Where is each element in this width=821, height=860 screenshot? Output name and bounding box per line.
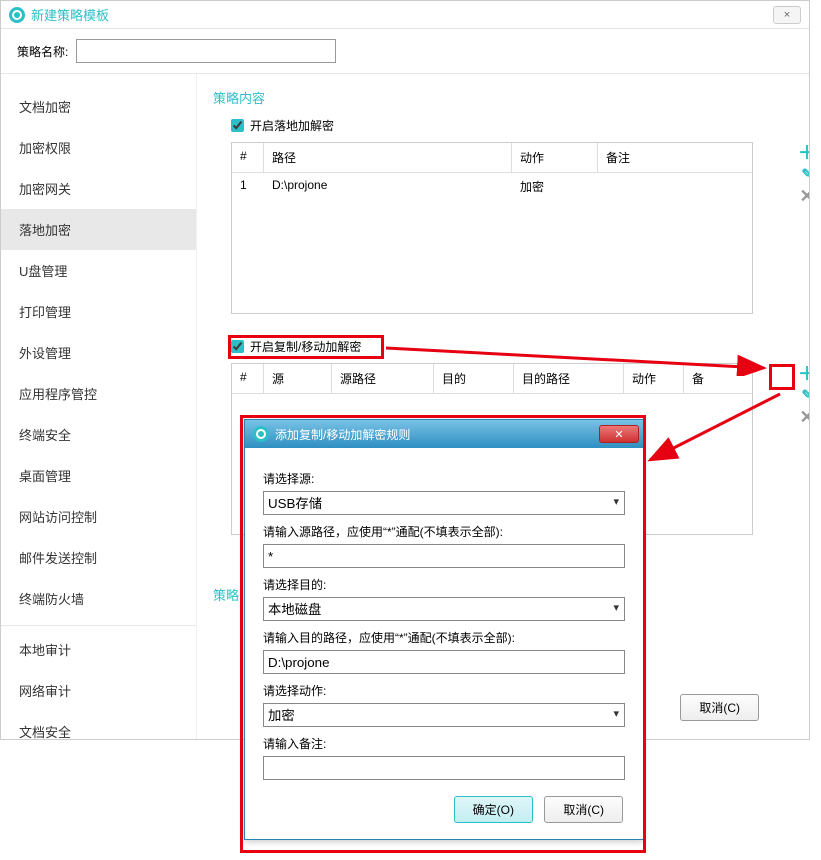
sidebar-item-10[interactable]: 网站访问控制 xyxy=(1,496,196,537)
enable-copymove-label: 开启复制/移动加解密 xyxy=(250,338,361,355)
sidebar-item-4[interactable]: U盘管理 xyxy=(1,250,196,291)
dialog-close-button[interactable]: ✕ xyxy=(599,425,639,443)
sidebar-item-9[interactable]: 桌面管理 xyxy=(1,455,196,496)
policy-name-label: 策略名称: xyxy=(17,43,68,60)
dest-select[interactable]: 本地磁盘 xyxy=(263,597,625,621)
sidebar-item-11[interactable]: 邮件发送控制 xyxy=(1,537,196,578)
table-row[interactable]: 1 D:\projone 加密 xyxy=(232,173,752,200)
sidebar-item-12[interactable]: 终端防火墙 xyxy=(1,578,196,619)
lbl-action: 请选择动作: xyxy=(263,682,625,699)
enable-landing-checkbox[interactable] xyxy=(231,119,244,132)
sidebar-item-3[interactable]: 落地加密 xyxy=(1,209,196,250)
window-buttons: 取消(C) xyxy=(672,694,759,721)
source-select[interactable]: USB存储 xyxy=(263,491,625,515)
enable-landing-row: 开启落地加解密 xyxy=(231,117,793,134)
close-button[interactable]: × xyxy=(773,6,801,24)
enable-copymove-checkbox[interactable] xyxy=(231,340,244,353)
dialog-cancel-button[interactable]: 取消(C) xyxy=(544,796,623,823)
col-action: 动作 xyxy=(512,143,598,172)
add-icon[interactable]: ＋ xyxy=(799,144,809,160)
add-copymove-icon[interactable]: ＋ xyxy=(799,365,809,381)
col-remark: 备注 xyxy=(598,143,752,172)
sidebar-item-7[interactable]: 应用程序管控 xyxy=(1,373,196,414)
col2-dst: 目的 xyxy=(434,364,514,393)
copymove-rule-dialog: 添加复制/移动加解密规则 ✕ 请选择源: USB存储 请输入源路径，应使用“*”… xyxy=(244,419,644,840)
landing-table: # 路径 动作 备注 1 D:\projone 加密 xyxy=(231,142,753,314)
dialog-body: 请选择源: USB存储 请输入源路径，应使用“*”通配(不填表示全部): 请选择… xyxy=(245,448,643,839)
dialog-icon xyxy=(253,426,269,442)
cell-action: 加密 xyxy=(512,173,598,200)
col2-action: 动作 xyxy=(624,364,684,393)
sidebar: 文档加密加密权限加密网关落地加密U盘管理打印管理外设管理应用程序管控终端安全桌面… xyxy=(1,74,197,739)
sidebar-item-15[interactable]: 文档安全 xyxy=(1,711,196,739)
window-cancel-button[interactable]: 取消(C) xyxy=(680,694,759,721)
lbl-source-path: 请输入源路径，应使用“*”通配(不填表示全部): xyxy=(263,523,625,540)
lbl-dest: 请选择目的: xyxy=(263,576,625,593)
col2-dstp: 目的路径 xyxy=(514,364,624,393)
copymove-table-header: # 源 源路径 目的 目的路径 动作 备 xyxy=(232,364,752,394)
sidebar-item-0[interactable]: 文档加密 xyxy=(1,86,196,127)
delete-copymove-icon[interactable]: ✕ xyxy=(799,409,809,425)
cell-remark xyxy=(598,173,752,200)
section-title: 策略内容 xyxy=(213,88,793,107)
app-icon xyxy=(9,7,25,23)
col2-num: # xyxy=(232,364,264,393)
policy-name-input[interactable] xyxy=(76,39,336,63)
cell-num: 1 xyxy=(232,173,264,200)
sidebar-item-8[interactable]: 终端安全 xyxy=(1,414,196,455)
dialog-titlebar: 添加复制/移动加解密规则 ✕ xyxy=(245,420,643,448)
copymove-table-tools: ＋ ✎ ✕ xyxy=(799,365,809,425)
dialog-ok-button[interactable]: 确定(O) xyxy=(454,796,533,823)
lbl-source: 请选择源: xyxy=(263,470,625,487)
col-num: # xyxy=(232,143,264,172)
sidebar-item-13[interactable]: 本地审计 xyxy=(1,625,196,670)
col2-remark: 备 xyxy=(684,364,752,393)
lbl-remark: 请输入备注: xyxy=(263,735,625,752)
col-path: 路径 xyxy=(264,143,512,172)
delete-icon[interactable]: ✕ xyxy=(799,188,809,204)
lbl-dest-path: 请输入目的路径，应使用“*”通配(不填表示全部): xyxy=(263,629,625,646)
sidebar-item-14[interactable]: 网络审计 xyxy=(1,670,196,711)
dialog-buttons: 确定(O) 取消(C) xyxy=(263,796,623,823)
sidebar-item-6[interactable]: 外设管理 xyxy=(1,332,196,373)
landing-table-header: # 路径 动作 备注 xyxy=(232,143,752,173)
col2-srcp: 源路径 xyxy=(332,364,434,393)
edit-copymove-icon[interactable]: ✎ xyxy=(799,387,809,403)
source-path-input[interactable] xyxy=(263,544,625,568)
edit-icon[interactable]: ✎ xyxy=(799,166,809,182)
action-select[interactable]: 加密 xyxy=(263,703,625,727)
window-title: 新建策略模板 xyxy=(31,5,109,24)
enable-copymove-row: 开启复制/移动加解密 xyxy=(231,338,793,355)
remark-input[interactable] xyxy=(263,756,625,780)
landing-table-wrap: # 路径 动作 备注 1 D:\projone 加密 xyxy=(231,142,793,314)
titlebar: 新建策略模板 × xyxy=(1,1,809,29)
dialog-title: 添加复制/移动加解密规则 xyxy=(275,426,410,443)
sidebar-item-1[interactable]: 加密权限 xyxy=(1,127,196,168)
landing-table-tools: ＋ ✎ ✕ xyxy=(799,144,809,204)
policy-name-row: 策略名称: xyxy=(1,29,809,73)
col2-src: 源 xyxy=(264,364,332,393)
dest-path-input[interactable] xyxy=(263,650,625,674)
sidebar-item-5[interactable]: 打印管理 xyxy=(1,291,196,332)
sidebar-item-2[interactable]: 加密网关 xyxy=(1,168,196,209)
enable-landing-label: 开启落地加解密 xyxy=(250,117,334,134)
cell-path: D:\projone xyxy=(264,173,512,200)
